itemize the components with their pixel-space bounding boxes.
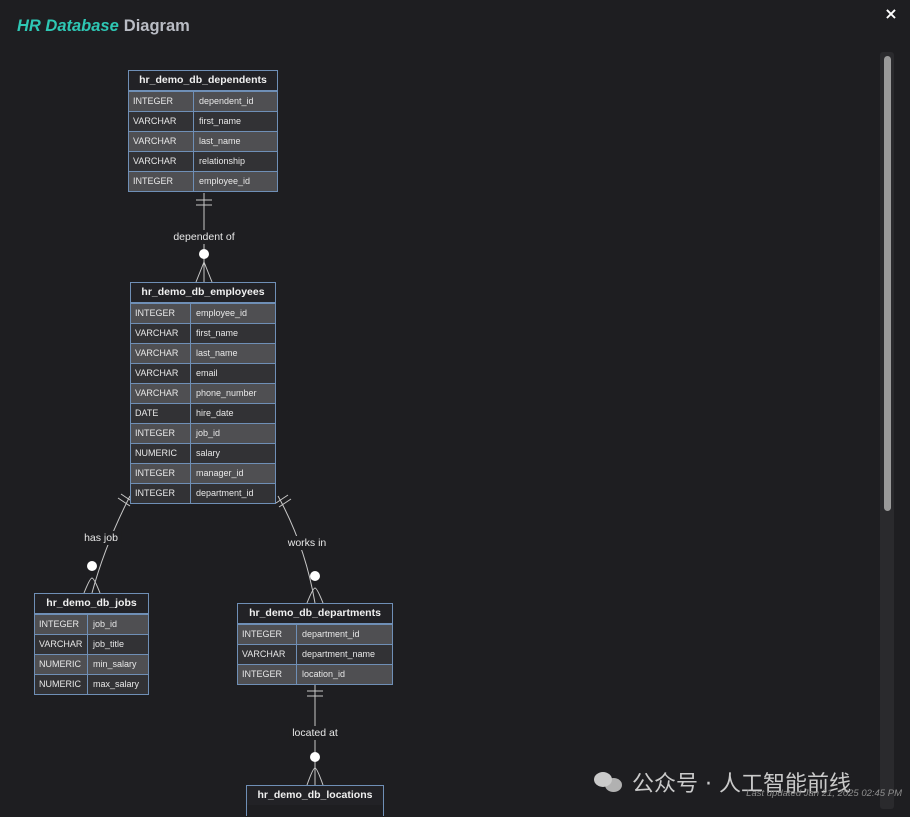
column-name: hire_date	[196, 408, 234, 418]
table-row: VARCHAR last_name	[131, 343, 275, 363]
entity-title: hr_demo_db_departments	[238, 604, 392, 624]
table-row: INTEGER location_id	[238, 664, 392, 684]
table-row: NUMERIC min_salary	[35, 654, 148, 674]
close-button[interactable]: ×	[881, 4, 901, 24]
column-name: department_id	[302, 629, 360, 639]
column-name: job_id	[93, 619, 118, 629]
column-type: INTEGER	[131, 484, 191, 503]
entity-title: hr_demo_db_employees	[131, 283, 275, 303]
column-name: email	[196, 368, 218, 378]
relation-works-in-marker	[310, 571, 320, 581]
table-row: INTEGER department_id	[131, 483, 275, 503]
table-row: VARCHAR email	[131, 363, 275, 383]
column-name: last_name	[199, 136, 241, 146]
relation-label-works-in: works in	[284, 536, 330, 550]
column-name: phone_number	[196, 388, 257, 398]
table-row: INTEGER manager_id	[131, 463, 275, 483]
relation-located-at-marker	[310, 752, 320, 762]
column-name: employee_id	[199, 176, 251, 186]
column-name: first_name	[196, 328, 239, 338]
column-type: VARCHAR	[131, 364, 191, 383]
table-row: VARCHAR first_name	[131, 323, 275, 343]
column-type: INTEGER	[131, 424, 191, 443]
relation-has-job-marker	[87, 561, 97, 571]
column-type: DATE	[131, 404, 191, 423]
column-type: VARCHAR	[129, 132, 194, 151]
column-type: INTEGER	[129, 92, 194, 111]
entity-departments[interactable]: hr_demo_db_departments INTEGER department…	[237, 603, 393, 685]
diagram-page: HR Database Diagram × dependent of has j…	[0, 0, 910, 817]
relation-dependent-of-marker	[199, 249, 209, 259]
column-type: INTEGER	[131, 464, 191, 483]
column-type: VARCHAR	[35, 635, 88, 654]
column-type: INTEGER	[238, 625, 297, 644]
entity-title: hr_demo_db_locations	[247, 786, 383, 805]
column-name: salary	[196, 448, 221, 458]
table-row: INTEGER job_id	[35, 614, 148, 634]
table-row: VARCHAR last_name	[129, 131, 277, 151]
column-name: department_name	[302, 649, 376, 659]
entity-locations[interactable]: hr_demo_db_locations	[246, 785, 384, 816]
column-name: first_name	[199, 116, 242, 126]
table-row: INTEGER department_id	[238, 624, 392, 644]
column-name: dependent_id	[199, 96, 254, 106]
last-updated-text: Last updated Jan 21, 2025 02:45 PM	[746, 788, 902, 799]
column-name: employee_id	[196, 308, 248, 318]
column-name: department_id	[196, 488, 254, 498]
column-type: INTEGER	[238, 665, 297, 684]
relation-label-dependent-of: dependent of	[170, 230, 238, 244]
column-name: min_salary	[93, 659, 137, 669]
column-type: VARCHAR	[131, 384, 191, 403]
table-row: VARCHAR department_name	[238, 644, 392, 664]
entity-dependents[interactable]: hr_demo_db_dependents INTEGER dependent_i…	[128, 70, 278, 192]
column-name: max_salary	[93, 679, 140, 689]
column-type: VARCHAR	[129, 152, 194, 171]
entity-employees[interactable]: hr_demo_db_employees INTEGER employee_id …	[130, 282, 276, 504]
entity-title: hr_demo_db_dependents	[129, 71, 277, 91]
wechat-icon	[594, 770, 624, 794]
column-type: NUMERIC	[131, 444, 191, 463]
entity-title: hr_demo_db_jobs	[35, 594, 148, 614]
table-row: INTEGER employee_id	[131, 303, 275, 323]
scrollbar-thumb[interactable]	[884, 56, 891, 511]
column-name: location_id	[302, 669, 346, 679]
column-type: INTEGER	[35, 615, 88, 634]
table-row: INTEGER employee_id	[129, 171, 277, 191]
relation-label-located-at: located at	[289, 726, 341, 740]
close-icon: ×	[884, 4, 898, 23]
table-row: VARCHAR first_name	[129, 111, 277, 131]
column-type: NUMERIC	[35, 655, 88, 674]
table-row: INTEGER dependent_id	[129, 91, 277, 111]
column-type: INTEGER	[131, 304, 191, 323]
column-type: NUMERIC	[35, 675, 88, 694]
table-row: NUMERIC salary	[131, 443, 275, 463]
column-type: VARCHAR	[131, 324, 191, 343]
relation-label-has-job: has job	[81, 531, 121, 545]
column-type: INTEGER	[129, 172, 194, 191]
column-name: relationship	[199, 156, 246, 166]
table-row: DATE hire_date	[131, 403, 275, 423]
column-name: job_title	[93, 639, 125, 649]
column-type: VARCHAR	[129, 112, 194, 131]
table-row: VARCHAR relationship	[129, 151, 277, 171]
entity-jobs[interactable]: hr_demo_db_jobs INTEGER job_id VARCHAR job…	[34, 593, 149, 695]
diagram-canvas[interactable]: dependent of has job works in located at…	[0, 0, 880, 817]
table-row: VARCHAR phone_number	[131, 383, 275, 403]
column-type: VARCHAR	[238, 645, 297, 664]
table-row: INTEGER job_id	[131, 423, 275, 443]
column-name: manager_id	[196, 468, 244, 478]
column-type: VARCHAR	[131, 344, 191, 363]
column-name: job_id	[196, 428, 221, 438]
column-name: last_name	[196, 348, 238, 358]
table-row: VARCHAR job_title	[35, 634, 148, 654]
table-row: NUMERIC max_salary	[35, 674, 148, 694]
